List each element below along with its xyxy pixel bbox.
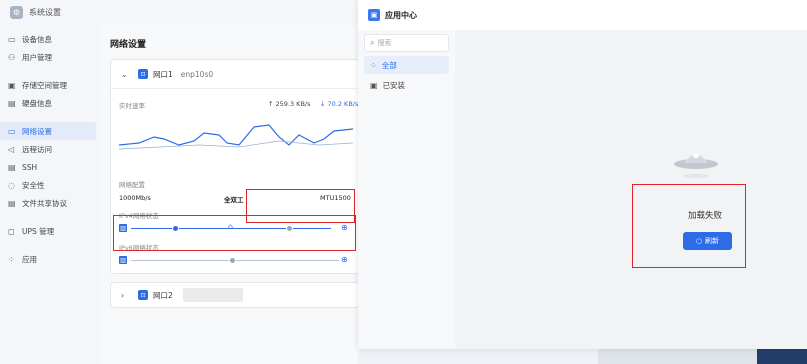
ethernet-port-icon: ⊡ (138, 290, 148, 300)
nav-label: 全部 (381, 60, 397, 70)
config-label: 网络配置 (119, 181, 145, 189)
upload-rate: ↑ 259.3 KB/s (268, 100, 311, 108)
nav-label: 已安装 (382, 80, 406, 90)
sidebar-item-remote-access[interactable]: ◁ 远程访问 (0, 140, 100, 158)
duplex-mode: 全双工 (224, 196, 244, 204)
sidebar-item-label: 网络设置 (22, 126, 52, 136)
app-center-nav-all[interactable]: ⁘ 全部 (364, 56, 449, 74)
sidebar-item-ssh[interactable]: ▤ SSH (0, 158, 100, 176)
ufo-illustration (674, 154, 718, 178)
sidebar-item-label: 应用 (22, 254, 37, 264)
storage-icon: ▣ (8, 80, 16, 90)
sidebar-item-label: 存储空间管理 (22, 80, 67, 90)
sidebar-item-label: 硬盘信息 (22, 98, 52, 108)
blurred-interface (182, 288, 243, 302)
search-placeholder: 搜索 (377, 39, 392, 47)
grid-icon: ⁘ (370, 60, 377, 70)
network-icon: ▭ (8, 126, 16, 136)
app-center-nav-installed[interactable]: ▣ 已安装 (364, 76, 449, 94)
app-title: 系统设置 (29, 7, 61, 17)
traffic-graph (119, 124, 353, 150)
settings-app-icon: ⚙ (10, 5, 23, 19)
download-rate: ↓ 70.2 KB/s (320, 100, 359, 108)
app-center-content (455, 30, 807, 349)
port2-header[interactable]: › ⊡ 网口2 (111, 283, 359, 307)
page-title: 网络设置 (110, 40, 147, 50)
ups-icon: ◻ (8, 226, 15, 236)
divider (111, 88, 359, 89)
remote-icon: ◁ (8, 144, 15, 154)
shield-icon: ◌ (8, 180, 15, 190)
globe-icon: ⊕ (341, 255, 348, 264)
port2-name: 网口2 (153, 290, 173, 300)
sidebar-item-label: 文件共享协议 (22, 198, 67, 208)
sidebar-item-label: 安全性 (22, 180, 45, 190)
sidebar-item-device-info[interactable]: ▭ 设备信息 (0, 30, 100, 48)
app-center-window: ▣ 应用中心 ⌕ 搜索 ⁘ 全部 ▣ 已安装 (358, 0, 807, 349)
link-speed: 1000Mb/s (119, 194, 151, 202)
settings-sidebar: ▭ 设备信息 ⚇ 用户管理 ▣ 存储空间管理 ▤ 硬盘信息 ▭ 网络设置 ◁ 远程访问 ▤ S… (0, 24, 100, 364)
port1-interface: enp10s0 (180, 69, 214, 79)
sidebar-item-security[interactable]: ◌ 安全性 (0, 176, 100, 194)
sidebar-item-ups[interactable]: ◻ UPS 管理 (0, 222, 100, 240)
highlight-load-failed (632, 184, 746, 268)
file-share-icon: ▤ (8, 198, 16, 208)
sidebar-item-label: 用户管理 (22, 52, 52, 62)
apps-grid-icon: ⁘ (8, 254, 15, 264)
chevron-right-icon[interactable]: › (121, 291, 133, 300)
port2-card: › ⊡ 网口2 (110, 282, 360, 308)
sidebar-item-disk-info[interactable]: ▤ 硬盘信息 (0, 94, 100, 112)
sidebar-item-label: UPS 管理 (22, 226, 55, 236)
ipv6-status-dot (229, 257, 236, 264)
search-input[interactable]: ⌕ 搜索 (364, 34, 449, 52)
chevron-down-icon[interactable]: ⌄ (121, 70, 133, 79)
installed-icon: ▣ (370, 80, 378, 90)
app-center-sidebar: ⌕ 搜索 ⁘ 全部 ▣ 已安装 (358, 30, 455, 349)
disk-icon: ▤ (8, 98, 16, 108)
ethernet-port-icon: ⊡ (138, 69, 148, 79)
terminal-icon: ▤ (8, 162, 16, 172)
app-center-icon: ▣ (368, 9, 380, 21)
sidebar-item-users[interactable]: ⚇ 用户管理 (0, 48, 100, 66)
user-icon: ⚇ (8, 52, 16, 62)
highlight-ipv6 (113, 215, 356, 251)
sidebar-item-label: SSH (22, 162, 38, 172)
nic-icon: ▥ (119, 256, 127, 264)
sidebar-item-apps[interactable]: ⁘ 应用 (0, 250, 100, 268)
port1-header[interactable]: ⌄ ⊡ 网口1 enp10s0 (111, 60, 359, 88)
sidebar-item-network[interactable]: ▭ 网络设置 (0, 122, 96, 140)
device-icon: ▭ (8, 34, 16, 44)
sidebar-item-label: 设备信息 (22, 34, 52, 44)
app-center-titlebar: ▣ 应用中心 (358, 0, 807, 30)
rate-label: 实时速率 (119, 102, 145, 110)
search-icon: ⌕ (370, 38, 375, 47)
sidebar-item-storage[interactable]: ▣ 存储空间管理 (0, 76, 100, 94)
port1-name: 网口1 (153, 69, 173, 79)
sidebar-item-file-sharing[interactable]: ▤ 文件共享协议 (0, 194, 100, 212)
app-center-title: 应用中心 (385, 10, 417, 20)
sidebar-item-label: 远程访问 (22, 144, 52, 154)
